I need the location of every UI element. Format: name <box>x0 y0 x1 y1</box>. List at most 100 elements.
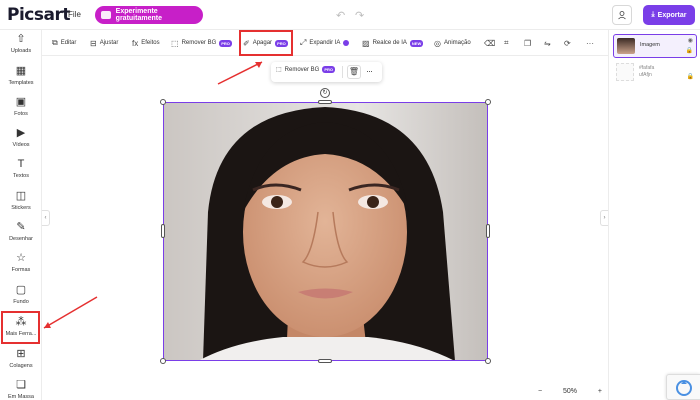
resize-handle-bottom-right[interactable] <box>485 358 491 364</box>
pro-badge: PRO <box>322 66 336 73</box>
zoom-control: − 50% + <box>538 384 602 398</box>
resize-handle-left[interactable] <box>161 224 165 238</box>
undo-icon[interactable]: ↶ <box>336 9 345 22</box>
eye-icon[interactable]: ◉ <box>688 37 693 44</box>
resize-handle-bottom[interactable] <box>318 359 332 363</box>
sidebar-item-desenhar[interactable]: ✎ Desenhar <box>0 221 42 242</box>
sidebar-item-uploads[interactable]: ⇧ Uploads <box>0 33 42 54</box>
lock-icon[interactable]: 🔒 <box>687 73 694 80</box>
sidebar-item-stickers[interactable]: ◫ Stickers <box>0 190 42 211</box>
context-toolbar: ⬚ Remover BG PRO 🗑 ··· <box>271 62 382 82</box>
trial-button[interactable]: Experimente gratuitamente <box>95 6 203 24</box>
tool-editar[interactable]: ⧉ Editar <box>52 30 76 56</box>
layer-name: Imagem <box>640 42 660 48</box>
edit-toolbar: ⧉ Editar ⊟ Ajustar fx Efeitos ⬚ Remover … <box>42 30 608 56</box>
resize-handle-right[interactable] <box>486 224 490 238</box>
sidebar-item-label: Templates <box>8 80 34 86</box>
sidebar-item-videos[interactable]: ▶ Vídeos <box>0 127 42 148</box>
resize-handle-top-left[interactable] <box>160 99 166 105</box>
sidebar-item-label: Uploads <box>10 48 32 54</box>
tool-expandir-ia[interactable]: ⤢ Expandir IA <box>300 30 350 56</box>
sidebar-item-textos[interactable]: T Textos <box>0 158 42 179</box>
tool-label: Ajustar <box>99 40 119 46</box>
adjust-icon: ⊟ <box>90 38 97 48</box>
layer-thumbnail <box>616 63 634 81</box>
crop-icon[interactable]: ⌗ <box>504 30 509 56</box>
zoom-in-button[interactable]: + <box>598 388 602 395</box>
lock-icon[interactable]: 🔒 <box>686 47 693 54</box>
tool-label: Animação <box>443 40 471 46</box>
collapse-left-icon[interactable]: ‹ <box>42 210 50 226</box>
tool-ajustar[interactable]: ⊟ Ajustar <box>90 30 118 56</box>
tool-label: Realce de IA <box>372 40 407 46</box>
remove-bg-icon: ⬚ <box>171 38 179 48</box>
layer-item-background[interactable]: #fafafa ufAfjn 🔒 <box>613 62 697 84</box>
sidebar-item-label: Vídeos <box>12 142 30 148</box>
layer-item-imagem[interactable]: Imagem ◉ 🔒 <box>613 34 697 58</box>
download-icon: ⤓ <box>651 11 655 18</box>
resize-handle-top[interactable] <box>318 100 332 104</box>
resize-handle-top-right[interactable] <box>485 99 491 105</box>
rotate-icon[interactable]: ⟳ <box>564 30 571 56</box>
layer-subtitle: ufAfjn <box>639 72 652 78</box>
export-button[interactable]: ⤓ Exportar <box>643 5 695 25</box>
portrait-illustration <box>163 102 488 361</box>
batch-icon: ❏ <box>16 379 26 391</box>
star-icon: ☆ <box>16 252 26 264</box>
redo-icon[interactable]: ↷ <box>355 9 364 22</box>
eraser-tool-icon[interactable]: ⌫ <box>484 30 495 56</box>
flip-icon[interactable]: ⇋ <box>544 30 551 56</box>
rotate-handle-icon[interactable]: ↻ <box>320 88 330 98</box>
more-icon[interactable]: ··· <box>366 66 373 76</box>
zoom-out-button[interactable]: − <box>538 388 542 395</box>
tool-label: Remover BG <box>181 40 217 46</box>
more-tools-highlight <box>1 311 40 344</box>
tool-efeitos[interactable]: fx Efeitos <box>132 30 160 56</box>
effects-icon: fx <box>132 38 139 48</box>
pro-badge: PRO <box>219 39 232 47</box>
more-icon[interactable]: ··· <box>586 30 594 56</box>
file-menu[interactable]: File <box>68 10 81 19</box>
crown-icon <box>101 11 111 19</box>
edit-icon: ⧉ <box>52 38 58 47</box>
sidebar-item-label: Desenhar <box>9 236 33 242</box>
photos-icon: ▣ <box>15 96 27 108</box>
sidebar-item-templates[interactable]: ▦ Templates <box>0 65 42 86</box>
brush-icon: ✎ <box>16 221 26 233</box>
remove-bg-icon: ⬚ <box>276 67 282 73</box>
tool-label: Expandir IA <box>309 40 341 46</box>
sidebar-item-label: Formas <box>11 267 31 273</box>
sidebar-item-fotos[interactable]: ▣ Fotos <box>0 96 42 117</box>
sidebar-item-em-massa[interactable]: ❏ Em Massa <box>0 379 42 400</box>
collage-icon: ⊞ <box>16 348 26 360</box>
tool-remover-bg[interactable]: ⬚ Remover BG PRO <box>171 30 232 56</box>
layer-thumbnail <box>617 38 635 54</box>
sidebar-item-label: Colagens <box>9 363 33 369</box>
zoom-value[interactable]: 50% <box>563 388 577 395</box>
text-icon: T <box>17 158 25 170</box>
resize-handle-bottom-left[interactable] <box>160 358 166 364</box>
divider <box>342 66 343 78</box>
layer-color: #fafafa <box>639 65 655 71</box>
sidebar-item-label: Fundo <box>13 299 29 305</box>
user-icon[interactable] <box>612 5 632 25</box>
sidebar-item-fundo[interactable]: ▢ Fundo <box>0 284 42 305</box>
sidebar-item-label: Fotos <box>14 111 28 117</box>
animation-icon: ◎ <box>434 38 441 48</box>
tool-animacao[interactable]: ◎ Animação <box>434 30 471 56</box>
background-icon: ▢ <box>15 284 27 296</box>
picsart-logo[interactable]: Picsart <box>7 5 70 25</box>
layers-icon[interactable]: ❐ <box>524 30 531 56</box>
tool-realce-ia[interactable]: ▨ Realce de IA NEW <box>362 30 424 56</box>
portrait-image[interactable] <box>163 102 488 361</box>
sidebar-item-colagens[interactable]: ⊞ Colagens <box>0 348 42 369</box>
context-remove-bg-button[interactable]: ⬚ Remover BG PRO <box>276 66 336 73</box>
recaptcha-badge-icon[interactable] <box>666 374 700 400</box>
collapse-right-icon[interactable]: › <box>600 210 608 226</box>
left-sidebar: ⇧ Uploads ▦ Templates ▣ Fotos ▶ Vídeos T… <box>0 30 42 400</box>
trash-icon[interactable]: 🗑 <box>347 65 361 79</box>
enhance-icon: ▨ <box>362 38 370 48</box>
sidebar-item-label: Textos <box>13 173 29 179</box>
sidebar-item-formas[interactable]: ☆ Formas <box>0 252 42 273</box>
top-bar: Picsart File Experimente gratuitamente ↶… <box>0 0 700 30</box>
